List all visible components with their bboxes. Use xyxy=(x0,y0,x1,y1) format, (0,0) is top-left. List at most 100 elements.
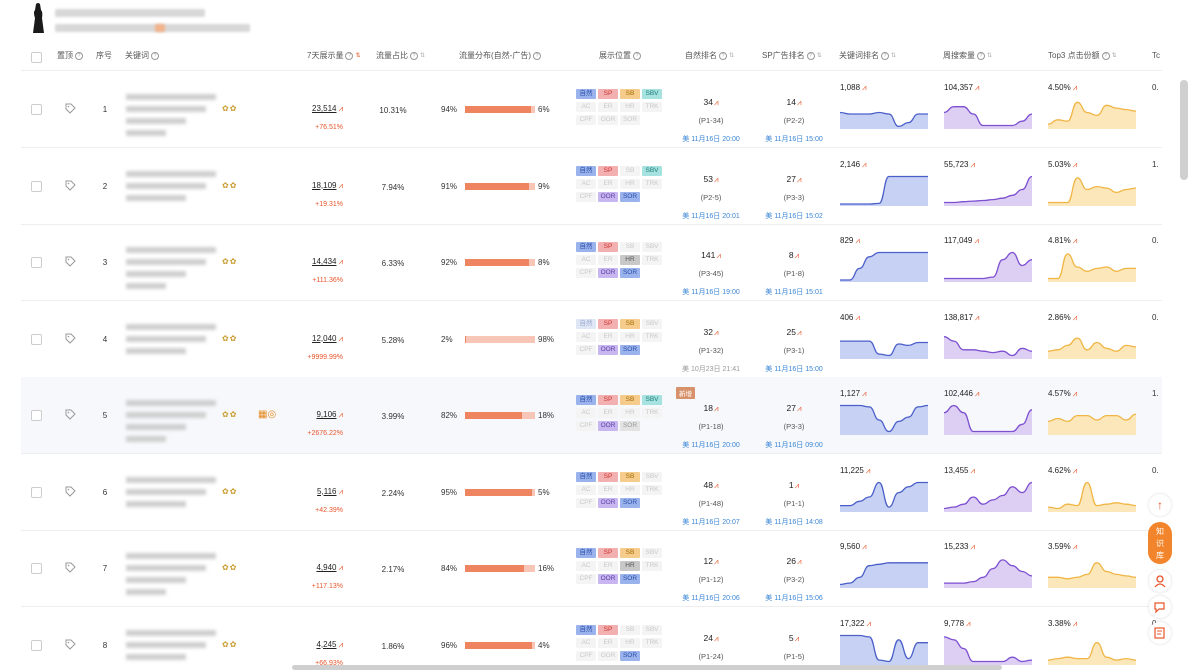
trend-chart-icon[interactable]: ⩘ xyxy=(862,389,867,398)
trend-chart-icon[interactable]: ⩘ xyxy=(338,563,343,572)
help-icon[interactable]: ? xyxy=(345,52,354,60)
table-row[interactable]: 3 ✿✿ 14,434 ⩘ +111.36% 6.33% 92% 8% 自然 SP SB SBV AC E… xyxy=(21,224,1162,301)
col-sp-rank[interactable]: SP广告排名? ⇅ xyxy=(762,42,822,70)
row-checkbox[interactable] xyxy=(31,180,42,192)
tag-icon[interactable] xyxy=(65,333,76,344)
trend-chart-icon[interactable]: ⩘ xyxy=(338,640,343,649)
weekly-search-chart[interactable] xyxy=(944,632,1032,665)
impressions-value[interactable]: 18,109 xyxy=(312,181,336,190)
trend-chart-icon[interactable]: ⩘ xyxy=(714,557,719,566)
trend-chart-icon[interactable]: ⩘ xyxy=(970,542,975,551)
trend-chart-icon[interactable]: ⩘ xyxy=(866,619,871,628)
trend-chart-icon[interactable]: ⩘ xyxy=(797,98,802,107)
sort-icon[interactable]: ⇅ xyxy=(817,42,822,70)
trend-chart-icon[interactable]: ⩘ xyxy=(797,404,802,413)
trend-chart-icon[interactable]: ⩘ xyxy=(1073,466,1078,475)
trend-chart-icon[interactable]: ⩘ xyxy=(975,389,980,398)
help-icon[interactable]: ? xyxy=(410,52,418,60)
tag-icon[interactable] xyxy=(65,639,76,650)
keyword-action-icons[interactable]: ✿✿ xyxy=(222,181,237,190)
col-impressions[interactable]: 7天展示量? ⇅ xyxy=(307,42,360,70)
impressions-value[interactable]: 23,514 xyxy=(312,104,336,113)
top3-share-chart[interactable] xyxy=(1048,479,1136,512)
row-checkbox[interactable] xyxy=(31,639,42,651)
table-row[interactable]: 4 ✿✿ 12,040 ⩘ +9999.99% 5.28% 2% 98% 自然 SP SB SBV AC… xyxy=(21,301,1162,378)
impressions-value[interactable]: 14,434 xyxy=(312,257,336,266)
table-row[interactable]: 8 ✿✿ 4,245 ⩘ +66.93% 1.86% 96% 4% 自然 SP SB SBV AC ER H… xyxy=(21,607,1162,671)
trend-chart-icon[interactable]: ⩘ xyxy=(795,251,800,260)
row-checkbox[interactable] xyxy=(31,410,42,421)
weekly-search-chart[interactable] xyxy=(944,402,1032,435)
trend-chart-icon[interactable]: ⩘ xyxy=(862,83,867,92)
weekly-search-chart[interactable] xyxy=(944,96,1032,129)
keyword-rank-chart[interactable] xyxy=(840,326,928,359)
top3-share-chart[interactable] xyxy=(1048,96,1136,129)
keyword-action-icons[interactable]: ✿✿ xyxy=(222,563,237,572)
keyword-action-icons[interactable]: ✿✿ xyxy=(222,104,237,113)
trend-chart-icon[interactable]: ⩘ xyxy=(975,83,980,92)
keyword-action-icons[interactable]: ✿✿ xyxy=(222,257,237,266)
trend-chart-icon[interactable]: ⩘ xyxy=(714,634,719,643)
table-row[interactable]: 1 ✿✿ 23,514 ⩘ +76.51% 10.31% 94% 6% 自然 SP SB SBV AC E… xyxy=(21,71,1162,148)
table-row[interactable]: 7 ✿✿ 4,940 ⩘ +117.13% 2.17% 84% 16% 自然 SP SB SBV AC E… xyxy=(21,530,1162,607)
keyword-action-icons[interactable]: ✿✿ xyxy=(222,640,237,649)
tag-icon[interactable] xyxy=(65,103,76,114)
trend-chart-icon[interactable]: ⩘ xyxy=(338,487,343,496)
trend-chart-icon[interactable]: ⩘ xyxy=(338,257,343,266)
top3-share-chart[interactable] xyxy=(1048,555,1136,588)
trend-chart-icon[interactable]: ⩘ xyxy=(862,160,867,169)
horizontal-scrollbar[interactable] xyxy=(292,665,1002,670)
top3-share-chart[interactable] xyxy=(1048,173,1136,206)
sort-icon[interactable]: ⇅ xyxy=(1112,42,1117,70)
trend-chart-icon[interactable]: ⩘ xyxy=(714,328,719,337)
trend-chart-icon[interactable]: ⩘ xyxy=(714,404,719,413)
keyword-rank-chart[interactable] xyxy=(840,479,928,512)
trend-chart-icon[interactable]: ⩘ xyxy=(797,175,802,184)
col-weekly-search[interactable]: 周搜索量? ⇅ xyxy=(943,42,992,70)
help-icon[interactable]: ? xyxy=(151,51,159,60)
vertical-scrollbar[interactable] xyxy=(1180,80,1188,180)
table-row[interactable]: 2 ✿✿ 18,109 ⩘ +19.31% 7.94% 91% 9% 自然 SP SB SBV AC ER… xyxy=(21,148,1162,225)
trend-chart-icon[interactable]: ⩘ xyxy=(862,542,867,551)
col-keyword-rank[interactable]: 关键词排名? ⇅ xyxy=(839,42,896,70)
help-icon[interactable]: ? xyxy=(881,52,889,60)
trend-chart-icon[interactable]: ⩘ xyxy=(795,634,800,643)
apps-grid-icon[interactable]: ▦◎ xyxy=(258,409,276,420)
impressions-value[interactable]: 12,040 xyxy=(312,334,336,343)
table-row[interactable]: 5 ✿✿ ▦◎ 9,106 ⩘ +2676.22% 3.99% 82% 18% 自然 SP SB SBV… xyxy=(21,377,1162,454)
col-organic-rank[interactable]: 自然排名? ⇅ xyxy=(685,42,734,70)
keyword-rank-chart[interactable] xyxy=(840,173,928,206)
row-checkbox[interactable] xyxy=(31,563,42,574)
top3-share-chart[interactable] xyxy=(1048,326,1136,359)
sort-desc-icon[interactable]: ⇅ xyxy=(355,42,360,70)
weekly-search-chart[interactable] xyxy=(944,249,1032,282)
keyword-rank-chart[interactable] xyxy=(840,632,928,665)
trend-chart-icon[interactable]: ⩘ xyxy=(714,175,719,184)
trend-chart-icon[interactable]: ⩘ xyxy=(797,328,802,337)
chat-button[interactable] xyxy=(1149,596,1171,618)
select-all-checkbox[interactable] xyxy=(31,52,42,63)
weekly-search-chart[interactable] xyxy=(944,555,1032,588)
row-checkbox[interactable] xyxy=(31,486,42,498)
trend-chart-icon[interactable]: ⩘ xyxy=(1073,313,1078,322)
trend-chart-icon[interactable]: ⩘ xyxy=(970,466,975,475)
weekly-search-chart[interactable] xyxy=(944,173,1032,206)
impressions-value[interactable]: 4,940 xyxy=(316,563,336,572)
top3-share-chart[interactable] xyxy=(1048,249,1136,282)
trend-chart-icon[interactable]: ⩘ xyxy=(338,104,343,113)
trend-chart-icon[interactable]: ⩘ xyxy=(795,481,800,490)
help-icon[interactable]: ? xyxy=(633,51,641,60)
sort-icon[interactable]: ⇅ xyxy=(420,42,425,70)
tag-icon[interactable] xyxy=(65,256,76,267)
row-checkbox[interactable] xyxy=(31,257,42,268)
impressions-value[interactable]: 5,116 xyxy=(317,487,336,496)
keyword-action-icons[interactable]: ✿✿ xyxy=(222,410,237,419)
trend-chart-icon[interactable]: ⩘ xyxy=(866,466,871,475)
keyword-rank-chart[interactable] xyxy=(840,402,928,435)
trend-chart-icon[interactable]: ⩘ xyxy=(338,334,343,343)
tag-icon[interactable] xyxy=(65,562,76,573)
trend-chart-icon[interactable]: ⩘ xyxy=(970,160,975,169)
trend-chart-icon[interactable]: ⩘ xyxy=(1073,619,1078,628)
trend-chart-icon[interactable]: ⩘ xyxy=(1073,542,1078,551)
col-traffic-share[interactable]: 流量占比? ⇅ xyxy=(376,42,425,70)
